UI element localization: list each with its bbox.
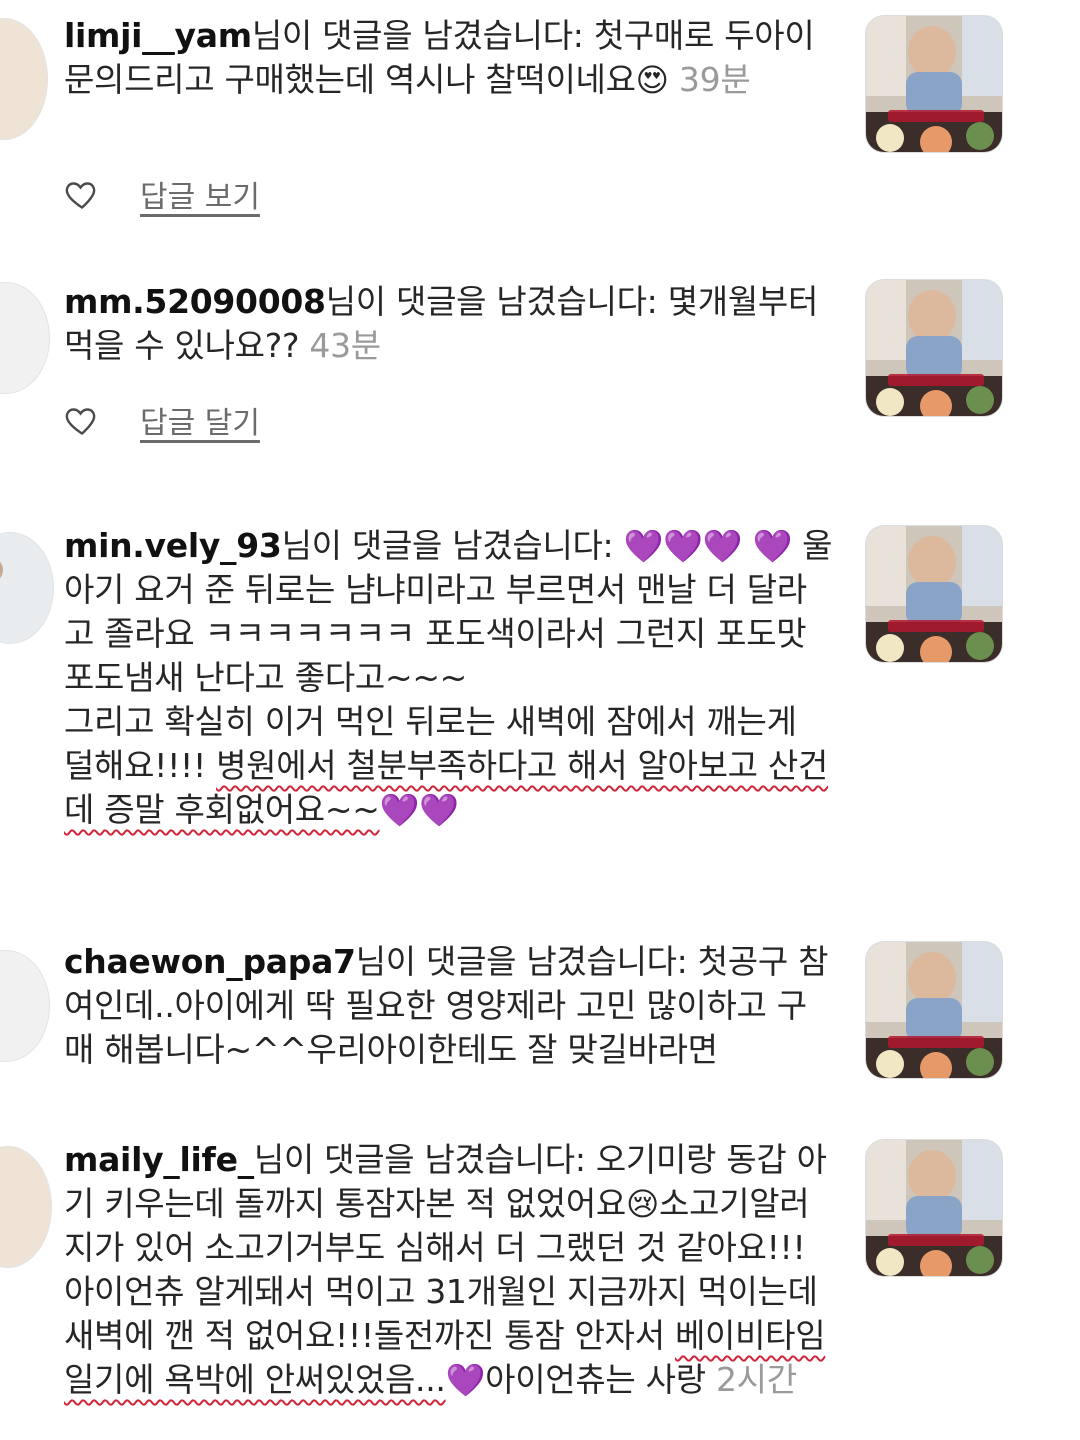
comment-text: min.vely_93님이 댓글을 남겼습니다: 💜💜💜 💜 울아기 요거 준 … [64, 526, 833, 829]
username[interactable]: maily_life_ [64, 1140, 254, 1179]
comment-text: limji__yam님이 댓글을 남겼습니다: 첫구매로 두아이 문의드리고 구… [64, 16, 815, 99]
username[interactable]: limji__yam [64, 16, 252, 55]
purple-heart-emoji: 💜 [752, 527, 792, 565]
comment-actions: 답글 보기 [64, 172, 260, 216]
comment-text: chaewon_papa7님이 댓글을 남겼습니다: 첫공구 참여인데..아이에… [64, 942, 829, 1069]
heart-eyes-emoji: 😍 [635, 61, 669, 99]
post-thumbnail[interactable] [866, 526, 1002, 662]
post-thumbnail[interactable] [866, 280, 1002, 416]
purple-heart-emoji: 💜💜💜 [623, 527, 743, 565]
avatar[interactable] [0, 950, 50, 1062]
avatar[interactable] [0, 1146, 52, 1268]
comment-text: maily_life_님이 댓글을 남겼습니다: 오기미랑 동갑 아기 키우는데… [64, 1140, 827, 1399]
username[interactable]: min.vely_93 [64, 526, 282, 565]
post-thumbnail[interactable] [866, 1140, 1002, 1276]
avatar[interactable] [0, 532, 54, 644]
timestamp: 43분 [309, 326, 381, 365]
timestamp: 39분 [678, 60, 751, 99]
purple-heart-emoji: 💜 [445, 1361, 486, 1399]
reply-link[interactable]: 답글 달기 [140, 398, 260, 442]
view-replies-link[interactable]: 답글 보기 [140, 172, 260, 216]
timestamp: 2시간 [715, 1360, 797, 1399]
comment-text: mm.52090008님이 댓글을 남겼습니다: 몇개월부터 먹을 수 있나요?… [64, 282, 819, 365]
post-thumbnail[interactable] [866, 16, 1002, 152]
heart-outline-icon[interactable] [64, 176, 100, 212]
purple-heart-emoji: 💜💜 [379, 791, 459, 829]
crying-face-emoji: 😢 [625, 1185, 660, 1223]
heart-outline-icon[interactable] [64, 402, 100, 438]
avatar[interactable] [0, 18, 48, 140]
post-thumbnail[interactable] [866, 942, 1002, 1078]
username[interactable]: chaewon_papa7 [64, 942, 356, 981]
username[interactable]: mm.52090008 [64, 282, 326, 321]
avatar[interactable] [0, 282, 50, 394]
comment-actions: 답글 달기 [64, 398, 260, 442]
